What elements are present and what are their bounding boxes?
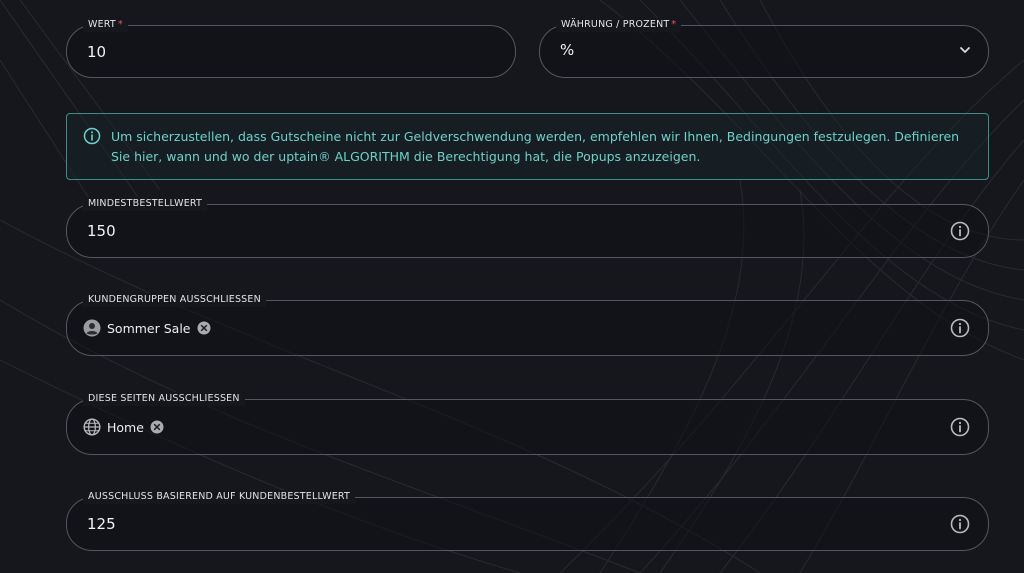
- info-alert: Um sicherzustellen, dass Gutscheine nich…: [66, 113, 989, 180]
- chip-label: Home: [107, 419, 144, 435]
- wert-field[interactable]: WERT * 10: [66, 18, 516, 78]
- close-circle-icon[interactable]: [197, 321, 211, 335]
- info-circle-icon[interactable]: [950, 221, 970, 241]
- seiten-label: DIESE SEITEN AUSSCHLIESSEN: [83, 392, 245, 406]
- kundengruppen-label: KUNDENGRUPPEN AUSSCHLIESSEN: [83, 293, 266, 307]
- alert-text: Um sicherzustellen, dass Gutscheine nich…: [111, 129, 960, 164]
- seiten-field[interactable]: DIESE SEITEN AUSSCHLIESSEN Home: [66, 392, 989, 455]
- user-circle-icon: [83, 319, 101, 337]
- info-circle-icon[interactable]: [950, 318, 970, 338]
- info-circle-icon: [83, 127, 101, 145]
- mindestbestellwert-input[interactable]: 150: [87, 222, 116, 240]
- chip-sommer-sale: Sommer Sale: [81, 316, 215, 340]
- info-circle-icon[interactable]: [950, 514, 970, 534]
- close-circle-icon[interactable]: [150, 420, 164, 434]
- mindestbestellwert-field[interactable]: MINDESTBESTELLWERT 150: [66, 197, 989, 258]
- kundenbestellwert-field[interactable]: AUSSCHLUSS BASIEREND AUF KUNDENBESTELLWE…: [66, 490, 989, 551]
- globe-icon: [83, 418, 101, 436]
- kundengruppen-field[interactable]: KUNDENGRUPPEN AUSSCHLIESSEN Sommer Sale: [66, 293, 989, 356]
- waehrung-value: %: [560, 41, 575, 59]
- chip-home: Home: [81, 415, 168, 439]
- waehrung-label: WÄHRUNG / PROZENT *: [556, 18, 682, 32]
- chevron-down-icon[interactable]: [958, 43, 972, 57]
- kundenbestellwert-label: AUSSCHLUSS BASIEREND AUF KUNDENBESTELLWE…: [83, 490, 356, 504]
- kundenbestellwert-input[interactable]: 125: [87, 515, 116, 533]
- wert-label: WERT *: [83, 18, 128, 32]
- waehrung-select[interactable]: WÄHRUNG / PROZENT * %: [539, 18, 989, 78]
- chip-label: Sommer Sale: [107, 320, 191, 336]
- mindestbestellwert-label: MINDESTBESTELLWERT: [83, 197, 208, 211]
- required-mark: *: [671, 19, 677, 30]
- info-circle-icon[interactable]: [950, 417, 970, 437]
- background-pattern: [0, 0, 1024, 573]
- wert-input[interactable]: 10: [87, 43, 106, 61]
- required-mark: *: [117, 19, 123, 30]
